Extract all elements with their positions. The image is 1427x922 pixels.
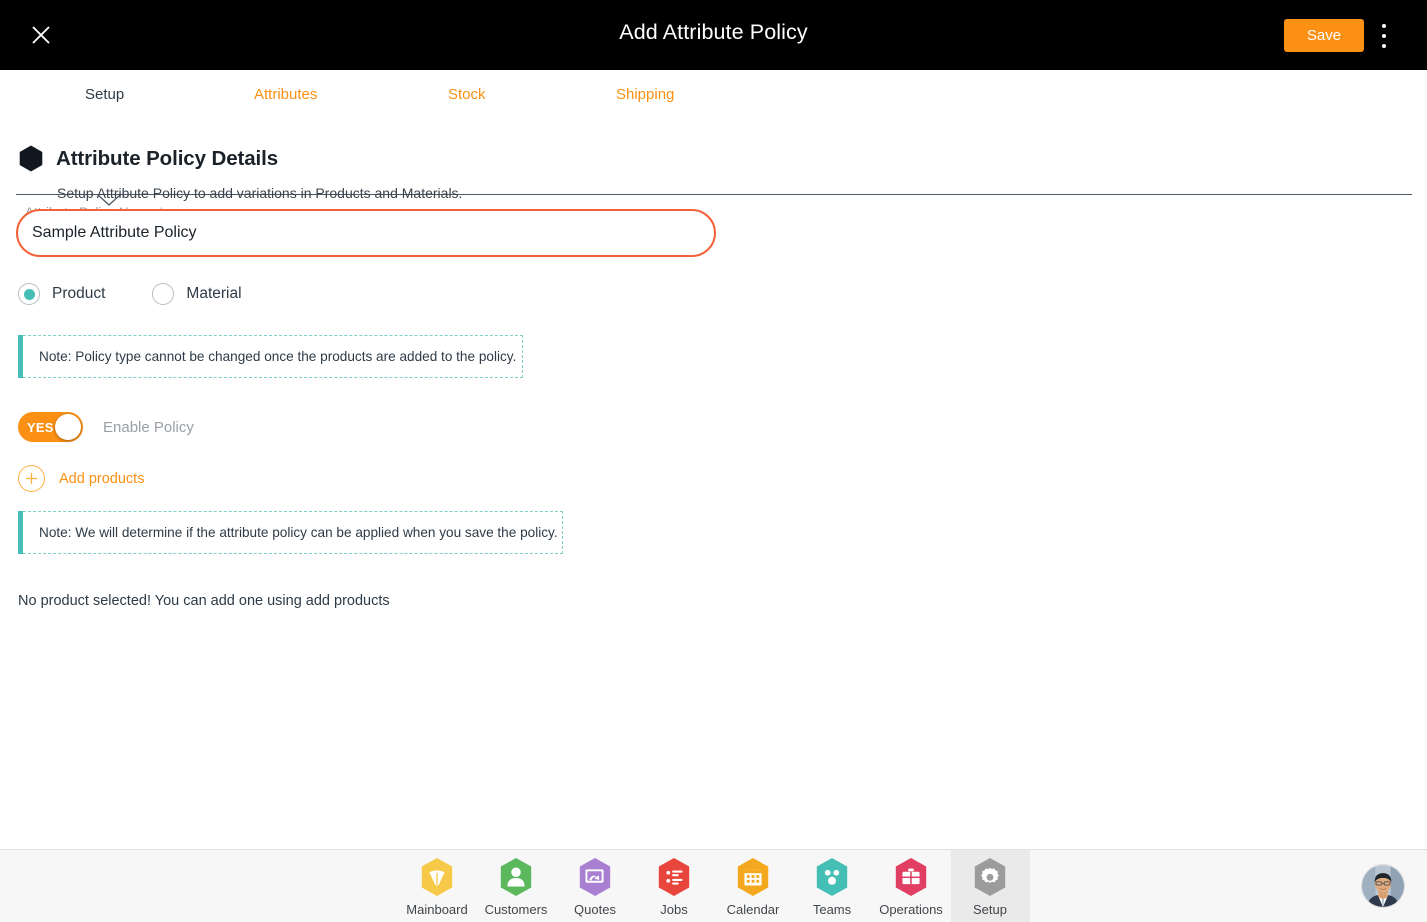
nav-item-calendar[interactable]: Calendar bbox=[714, 850, 793, 922]
page-title: Add Attribute Policy bbox=[619, 20, 808, 44]
enable-policy-label: Enable Policy bbox=[103, 418, 194, 436]
tab-shipping[interactable]: Shipping bbox=[616, 86, 674, 103]
empty-state-message: No product selected! You can add one usi… bbox=[18, 593, 390, 609]
radio-option-product[interactable]: Product bbox=[18, 283, 105, 305]
setup-hex-icon bbox=[974, 857, 1006, 896]
bottom-navigation-bar: Mainboard Customers Quotes Jobs Calendar… bbox=[0, 849, 1427, 922]
note-policy-type: Note: Policy type cannot be changed once… bbox=[18, 335, 523, 378]
nav-label-setup: Setup bbox=[973, 901, 1007, 917]
section-header: Attribute Policy Details bbox=[19, 145, 278, 172]
nav-label-teams: Teams bbox=[812, 901, 852, 917]
add-products-button[interactable]: Add products bbox=[18, 465, 144, 492]
app-root: Add Attribute Policy Save Setup Attribut… bbox=[0, 0, 1427, 922]
note-apply-policy-text: Note: We will determine if the attribute… bbox=[39, 525, 558, 540]
radio-label-material: Material bbox=[186, 285, 242, 302]
note-apply-policy: Note: We will determine if the attribute… bbox=[18, 511, 563, 554]
jobs-hex-icon bbox=[658, 857, 690, 896]
nav-item-customers[interactable]: Customers bbox=[477, 850, 556, 922]
radio-dot-selected-icon bbox=[18, 283, 40, 305]
section-title: Attribute Policy Details bbox=[56, 146, 279, 170]
note-policy-type-text: Note: Policy type cannot be changed once… bbox=[39, 349, 517, 364]
calendar-hex-icon bbox=[737, 857, 769, 896]
nav-label-jobs: Jobs bbox=[660, 901, 688, 917]
quotes-hex-icon bbox=[579, 857, 611, 896]
save-button[interactable]: Save bbox=[1284, 19, 1364, 52]
kebab-dot bbox=[1382, 44, 1386, 48]
kebab-dot bbox=[1382, 24, 1386, 28]
add-products-label: Add products bbox=[59, 470, 145, 487]
enable-policy-row: YES Enable Policy bbox=[18, 412, 194, 442]
operations-hex-icon bbox=[895, 857, 927, 896]
tab-bar: Setup Attributes Stock Shipping bbox=[0, 70, 1427, 206]
radio-option-material[interactable]: Material bbox=[152, 283, 242, 305]
tab-attributes[interactable]: Attributes bbox=[254, 86, 317, 103]
nav-item-mainboard[interactable]: Mainboard bbox=[398, 850, 477, 922]
customers-hex-icon bbox=[500, 857, 532, 896]
plus-circle-icon bbox=[18, 465, 45, 492]
hexagon-bullet-icon bbox=[19, 145, 43, 172]
policy-type-radio-group: Product Material bbox=[18, 283, 242, 305]
nav-label-calendar: Calendar bbox=[726, 901, 780, 917]
enable-policy-toggle[interactable]: YES bbox=[18, 412, 83, 442]
nav-label-quotes: Quotes bbox=[574, 901, 616, 917]
policy-name-field-group: Attribute Policy Name * bbox=[16, 205, 716, 257]
nav-item-jobs[interactable]: Jobs bbox=[635, 850, 714, 922]
nav-item-quotes[interactable]: Quotes bbox=[556, 850, 635, 922]
radio-dot-unselected-icon bbox=[152, 283, 175, 305]
tab-stock[interactable]: Stock bbox=[448, 86, 486, 103]
bottom-nav-items: Mainboard Customers Quotes Jobs Calendar… bbox=[0, 850, 1427, 922]
nav-label-operations: Operations bbox=[879, 901, 943, 917]
teams-hex-icon bbox=[816, 857, 848, 896]
kebab-dot bbox=[1382, 34, 1386, 38]
mainboard-hex-icon bbox=[421, 857, 453, 896]
overflow-menu-button[interactable] bbox=[1371, 20, 1397, 52]
window-header: Add Attribute Policy Save bbox=[0, 0, 1427, 70]
tab-setup[interactable]: Setup bbox=[85, 86, 124, 103]
nav-label-mainboard: Mainboard bbox=[406, 901, 468, 917]
nav-item-setup[interactable]: Setup bbox=[950, 850, 1030, 922]
toggle-knob bbox=[55, 414, 81, 440]
nav-item-operations[interactable]: Operations bbox=[872, 850, 951, 922]
toggle-state-text: YES bbox=[27, 419, 54, 435]
section-subtitle: Setup Attribute Policy to add variations… bbox=[57, 185, 463, 201]
radio-label-product: Product bbox=[52, 285, 106, 302]
nav-item-teams[interactable]: Teams bbox=[793, 850, 872, 922]
nav-label-customers: Customers bbox=[484, 901, 548, 917]
avatar bbox=[1361, 864, 1405, 908]
policy-name-input[interactable] bbox=[16, 209, 716, 257]
user-avatar-button[interactable] bbox=[1361, 864, 1405, 908]
